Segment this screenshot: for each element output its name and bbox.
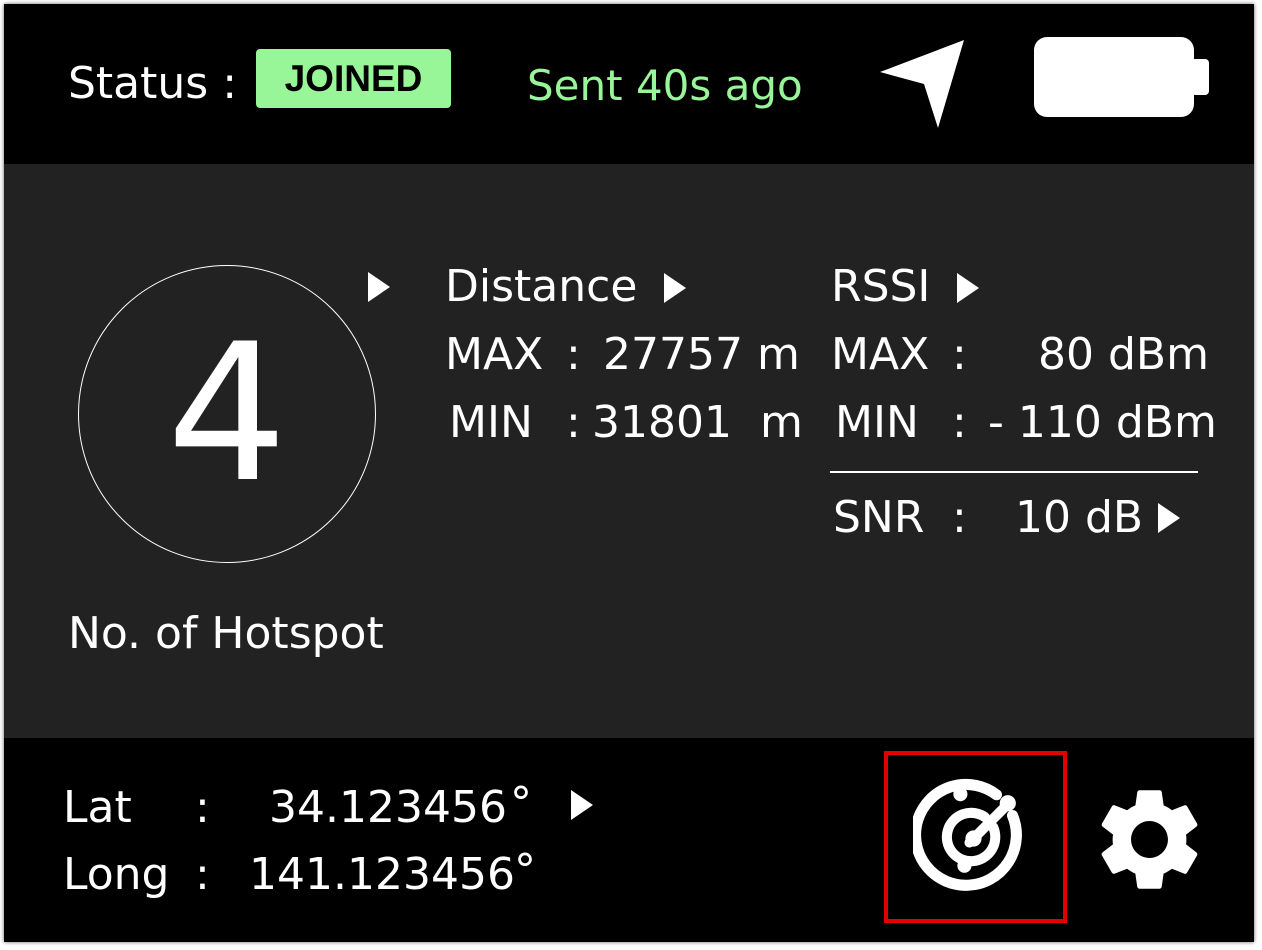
distance-max-separator: : [566, 329, 581, 380]
longitude-label: Long [63, 849, 170, 900]
gear-icon[interactable] [1088, 778, 1211, 901]
distance-min-label: MIN [449, 397, 533, 448]
rssi-max-separator: : [952, 329, 967, 380]
location-bar: Lat : 34.123456 ° Long : 141.123456 ° [4, 738, 1254, 942]
rssi-expand-arrow-icon[interactable] [955, 271, 981, 305]
latitude-label: Lat [63, 782, 132, 833]
status-bar: Status : JOINED Sent 40s ago [4, 4, 1254, 164]
snr-label: SNR [833, 492, 925, 543]
hotspot-stats-panel: 4 No. of Hotspot Distance MAX : 27757 m … [4, 164, 1254, 738]
rssi-min-separator: : [952, 397, 967, 448]
status-label: Status : [68, 58, 238, 109]
rssi-max-value: 80 dBm [1038, 329, 1209, 380]
location-expand-arrow-icon[interactable] [569, 788, 595, 822]
radar-icon[interactable] [913, 778, 1034, 899]
distance-max-label: MAX [445, 329, 544, 380]
status-badge: JOINED [256, 49, 451, 108]
hotspot-expand-arrow-icon[interactable] [366, 270, 392, 304]
rssi-min-label: MIN [835, 397, 919, 448]
latitude-separator: : [195, 782, 210, 833]
rssi-title: RSSI [831, 261, 931, 312]
last-sent-text: Sent 40s ago [527, 61, 803, 110]
device-screen: Status : JOINED Sent 40s ago 4 No. of Ho… [4, 4, 1254, 942]
snr-separator: : [952, 492, 967, 543]
snr-value: 10 dB [1015, 492, 1144, 543]
distance-max-value: 27757 m [603, 329, 800, 380]
rssi-snr-divider [830, 471, 1198, 473]
distance-min-separator: : [566, 397, 581, 448]
longitude-value: 141.123456 [249, 849, 515, 900]
hotspot-label: No. of Hotspot [68, 608, 384, 659]
distance-min-value: 31801 m [592, 397, 803, 448]
longitude-separator: : [195, 849, 210, 900]
distance-title: Distance [445, 261, 638, 312]
longitude-unit: ° [514, 845, 536, 896]
navigation-arrow-icon [878, 38, 968, 130]
snr-expand-arrow-icon[interactable] [1156, 501, 1182, 535]
latitude-unit: ° [510, 778, 532, 829]
hotspot-count: 4 [166, 303, 288, 524]
distance-expand-arrow-icon[interactable] [662, 271, 688, 305]
battery-icon [1034, 37, 1209, 117]
rssi-min-value: - 110 dBm [988, 397, 1217, 448]
latitude-value: 34.123456 [269, 782, 507, 833]
rssi-max-label: MAX [831, 329, 930, 380]
